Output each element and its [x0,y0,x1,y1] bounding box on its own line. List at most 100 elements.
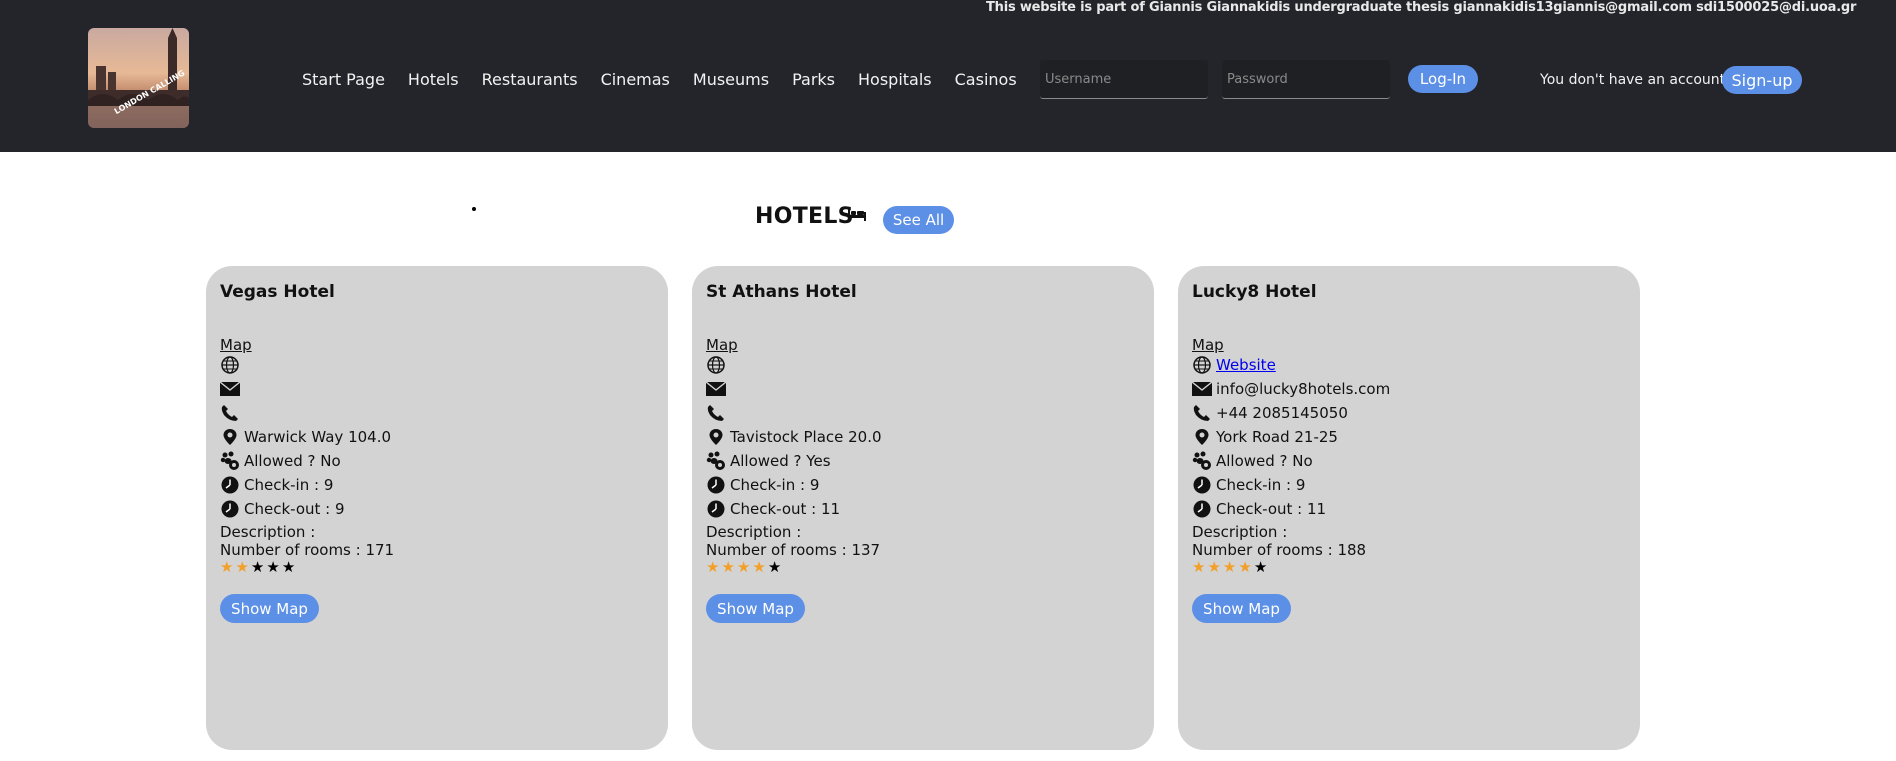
phone-text: +44 2085145050 [1216,404,1348,422]
star-icon: ★ [721,558,735,576]
envelope-icon [220,379,240,399]
pets-row: Allowed ? Yes [706,450,831,472]
star-icon: ★ [1192,558,1206,576]
checkin-row: Check-in : 9 [1192,474,1305,496]
site-logo[interactable]: LONDON CALLING [88,28,189,128]
star-icon: ★ [1207,558,1221,576]
star-icon: ★ [706,558,720,576]
address-text: Warwick Way 104.0 [244,428,392,446]
login-button[interactable]: Log-In [1408,65,1478,93]
star-icon: ★ [281,558,296,576]
pets-text: Allowed ? Yes [730,452,831,470]
pets-text: Allowed ? No [244,452,341,470]
phone-icon [1192,403,1212,423]
star-icon: ★ [767,558,782,576]
rooms-text: Number of rooms : 188 [1192,541,1367,559]
clock-icon [220,475,240,495]
email-row [706,378,730,400]
website-row: Website [1192,354,1276,376]
checkout-text: Check-out : 9 [244,500,345,518]
email-row [220,378,244,400]
clock-icon [706,475,726,495]
nav-hotels[interactable]: Hotels [408,70,459,89]
nav-start-page[interactable]: Start Page [302,70,385,89]
show-map-button[interactable]: Show Map [706,594,805,623]
checkout-row: Check-out : 11 [706,498,840,520]
password-input[interactable] [1222,60,1390,99]
clock-icon [1192,499,1212,519]
pets-row: Allowed ? No [1192,450,1313,472]
website-row [706,354,730,376]
checkin-row: Check-in : 9 [220,474,333,496]
signup-button[interactable]: Sign-up [1722,66,1802,94]
description-label: Description : [220,523,316,541]
star-icon: ★ [266,558,280,576]
description-label: Description : [706,523,802,541]
nav-casinos[interactable]: Casinos [955,70,1017,89]
website-link[interactable]: Website [1216,356,1276,374]
star-icon: ★ [1238,558,1252,576]
star-icon: ★ [220,558,234,576]
rooms-text: Number of rooms : 137 [706,541,881,559]
star-icon: ★ [736,558,751,576]
address-text: York Road 21-25 [1216,428,1338,446]
page-title: HOTELS [755,204,854,229]
bed-icon [848,206,866,226]
main-nav: Start Page Hotels Restaurants Cinemas Mu… [302,70,1040,89]
address-row: Warwick Way 104.0 [220,426,391,448]
hotel-name: Lucky8 Hotel [1192,282,1317,302]
clock-icon [220,499,240,519]
address-row: Tavistock Place 20.0 [706,426,882,448]
hotel-name: St Athans Hotel [706,282,857,302]
location-pin-icon [706,427,726,447]
map-link[interactable]: Map [1192,336,1224,354]
nav-hospitals[interactable]: Hospitals [858,70,932,89]
star-icon: ★ [250,558,265,576]
checkout-text: Check-out : 11 [730,500,841,518]
paw-icon [1192,451,1212,471]
phone-icon [220,403,240,423]
checkin-text: Check-in : 9 [1216,476,1306,494]
nav-restaurants[interactable]: Restaurants [482,70,578,89]
site-header: This website is part of Giannis Giannaki… [0,0,1896,152]
star-icon: ★ [1222,558,1237,576]
email-text: info@lucky8hotels.com [1216,380,1391,398]
checkin-text: Check-in : 9 [244,476,334,494]
globe-icon [220,355,240,375]
checkin-row: Check-in : 9 [706,474,819,496]
address-text: Tavistock Place 20.0 [730,428,882,446]
star-icon: ★ [752,558,766,576]
star-rating: ★ ★ ★ ★ ★ [220,558,295,576]
hotel-card: Lucky8 Hotel Map Website info@lucky8hote… [1178,266,1640,750]
checkin-text: Check-in : 9 [730,476,820,494]
star-icon: ★ [1253,558,1268,576]
phone-row: +44 2085145050 [1192,402,1348,424]
stray-dot [472,207,476,211]
rooms-text: Number of rooms : 171 [220,541,395,559]
phone-icon [706,403,726,423]
nav-museums[interactable]: Museums [693,70,769,89]
map-link[interactable]: Map [220,336,252,354]
hotel-card: Vegas Hotel Map Warwick Way 104.0 Allowe… [206,266,668,750]
globe-icon [706,355,726,375]
phone-row [220,402,244,424]
show-map-button[interactable]: Show Map [1192,594,1291,623]
star-rating: ★ ★ ★ ★ ★ [706,558,781,576]
thesis-note: This website is part of Giannis Giannaki… [986,0,1857,15]
location-pin-icon [220,427,240,447]
show-map-button[interactable]: Show Map [220,594,319,623]
hotel-name: Vegas Hotel [220,282,335,302]
paw-icon [706,451,726,471]
phone-row [706,402,730,424]
nav-parks[interactable]: Parks [792,70,835,89]
username-input[interactable] [1040,60,1208,99]
location-pin-icon [1192,427,1212,447]
see-all-button[interactable]: See All [883,206,954,234]
email-row: info@lucky8hotels.com [1192,378,1390,400]
pets-text: Allowed ? No [1216,452,1313,470]
envelope-icon [706,379,726,399]
star-icon: ★ [235,558,249,576]
checkout-row: Check-out : 9 [220,498,345,520]
map-link[interactable]: Map [706,336,738,354]
nav-cinemas[interactable]: Cinemas [601,70,670,89]
